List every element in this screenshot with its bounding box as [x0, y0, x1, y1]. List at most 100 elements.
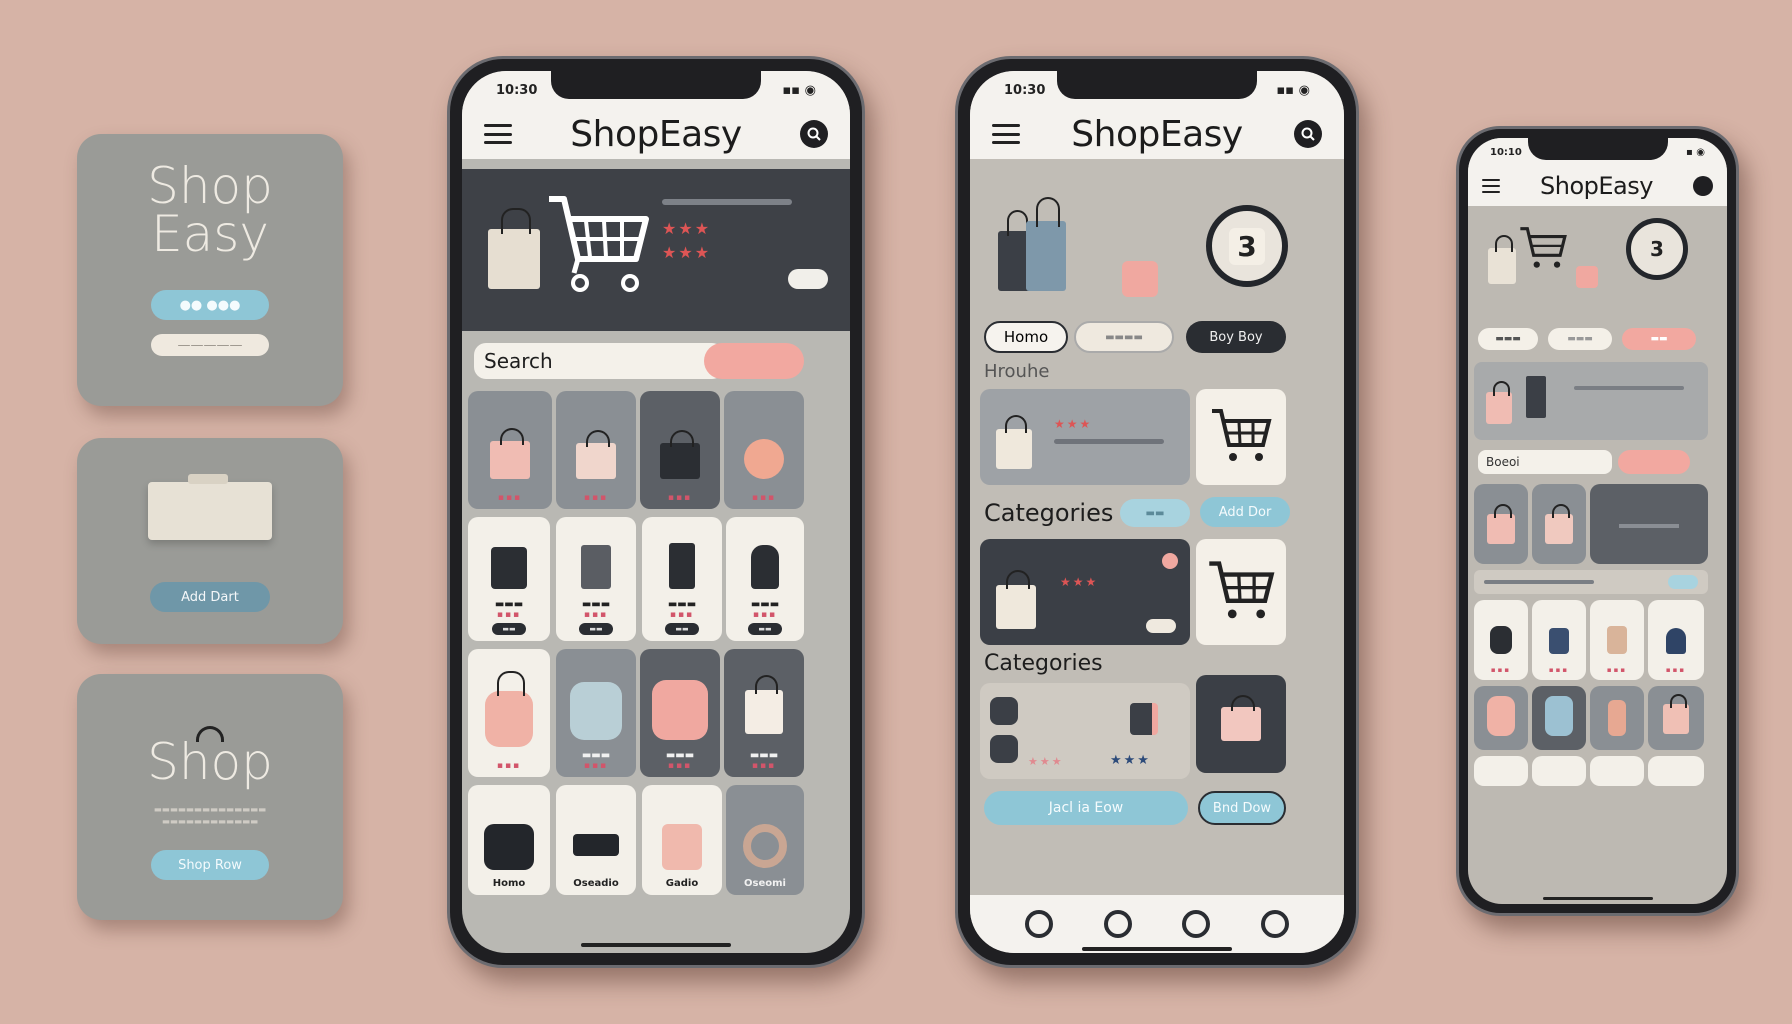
product-tile-9[interactable]: ▪▪▪ [468, 649, 550, 777]
search-icon[interactable] [1293, 120, 1322, 148]
phone-1: 10:30 ▪▪ ◉ ShopEasy ★★★ ★★★ Search ▪▪▪ ▪… [447, 56, 865, 968]
feature-card-2-badge [1162, 553, 1178, 569]
search-button[interactable] [1618, 450, 1690, 474]
badge-number: 3 [1650, 237, 1664, 261]
product-tile-1[interactable] [1474, 484, 1528, 564]
product-tile-3[interactable]: ▪▪▪ [640, 391, 720, 509]
product-tile-7[interactable]: ▪▪▪ [1648, 600, 1704, 680]
menu-icon[interactable] [992, 124, 1020, 144]
chip-home[interactable]: Homo [984, 321, 1068, 353]
splash-card: Shop Easy ●● ●●● ————— [77, 134, 343, 406]
product-tile-2[interactable] [1532, 484, 1586, 564]
shopping-bag-icon [488, 208, 540, 289]
shop-card-description: ▬▬▬▬▬▬▬▬▬▬▬▬▬▬ ▬▬▬▬▬▬▬▬▬▬▬▬ [153, 805, 267, 827]
product-tile-9[interactable] [1532, 686, 1586, 750]
product-tile-10[interactable] [1590, 686, 1644, 750]
product-tile-11[interactable] [1648, 686, 1704, 750]
product-tile-6[interactable]: ▪▪▪ [1590, 600, 1644, 680]
home-indicator[interactable] [581, 943, 731, 947]
feature-card-2[interactable]: ★★★ [980, 539, 1190, 645]
product-tile-10[interactable]: ▬▬▬ ▪▪▪ [556, 649, 636, 777]
product-tile-1[interactable]: ▪▪▪ [468, 391, 552, 509]
home-indicator[interactable] [1542, 897, 1653, 900]
tile-label-4: Oseomi [744, 878, 786, 889]
search-icon[interactable] [799, 120, 828, 148]
product-tile-11[interactable]: ▬▬▬ ▪▪▪ [640, 649, 720, 777]
notification-badge[interactable]: 3 [1206, 205, 1288, 287]
product-tile-6[interactable]: ▬▬▬ ▪▪▪ ▬▬ [556, 517, 636, 641]
search-icon[interactable] [1692, 176, 1713, 196]
product-tile-12[interactable]: ▬▬▬ ▪▪▪ [724, 649, 804, 777]
product-tile-5[interactable]: ▪▪▪ [1532, 600, 1586, 680]
tote-bags-icon [998, 196, 1078, 291]
add-cart-button[interactable]: Add Dart [150, 582, 270, 612]
product-tile-16[interactable]: Oseomi [726, 785, 804, 895]
splash-primary-button[interactable]: ●● ●●● [151, 290, 269, 320]
tile-label-home: Homo [492, 878, 526, 889]
bottom-left-button[interactable]: Jacl ia Eow [984, 791, 1188, 825]
search-field[interactable]: Boeoi [1478, 450, 1612, 474]
status-time: 10:30 [1004, 82, 1046, 98]
product-tile-12[interactable] [1474, 756, 1528, 786]
package-icon [148, 474, 272, 540]
product-tile-13[interactable]: Homo [468, 785, 550, 895]
chip-1[interactable]: ▬▬▬ [1478, 328, 1538, 350]
splash-secondary-button[interactable]: ————— [151, 334, 269, 356]
notification-badge[interactable]: 3 [1626, 218, 1688, 280]
hero-banner: ★★★ ★★★ [462, 169, 850, 331]
product-tile-15[interactable]: Gadio [642, 785, 722, 895]
tab-profile-icon[interactable] [1260, 910, 1289, 938]
product-tile-5[interactable]: ▬▬▬ ▪▪▪ ▬▬ [468, 517, 550, 641]
product-tile-4[interactable]: ▪▪▪ [1474, 600, 1528, 680]
chip-filter[interactable]: ▬▬ [1120, 499, 1190, 527]
search-button[interactable] [704, 343, 804, 379]
phone-2: 10:30 ▪▪ ◉ ShopEasy 3 Homo ▬▬▬▬ Boy Boy … [955, 56, 1359, 968]
tab-shop-icon[interactable] [1103, 910, 1132, 938]
battery-icon: ▪▪ ◉ [782, 82, 817, 98]
product-tile-14[interactable]: Oseadio [556, 785, 636, 895]
product-tile-8[interactable] [1474, 686, 1528, 750]
product-tile-7[interactable]: ▬▬▬ ▪▪▪ ▬▬ [642, 517, 722, 641]
menu-icon[interactable] [1482, 179, 1500, 193]
hero-action-button[interactable] [788, 269, 828, 289]
product-tile-4[interactable]: ▪▪▪ [724, 391, 804, 509]
category-bag-tile[interactable] [1196, 675, 1286, 773]
section-hero-title: Hrouhe [984, 361, 1050, 382]
cart-tile-2[interactable] [1196, 539, 1286, 645]
add-cart-card: Add Dart [77, 438, 343, 644]
section-categories-title: Categories [984, 499, 1114, 527]
feature-card-1[interactable]: ★★★ [980, 389, 1190, 485]
rating-stars-2: ★★★ [662, 243, 712, 262]
home-indicator[interactable] [1082, 947, 1232, 951]
shop-now-button[interactable]: Shop Row [151, 850, 269, 880]
chip-add[interactable]: Add Dor [1200, 497, 1290, 527]
chip-buy[interactable]: Boy Boy [1186, 321, 1286, 353]
tab-home-icon[interactable] [1025, 910, 1054, 938]
phone-2-app-bar: ShopEasy [970, 109, 1344, 159]
chip-2[interactable]: ▬▬▬ [1548, 328, 1612, 350]
shopping-cart-icon [1520, 227, 1567, 268]
search-field[interactable]: Search [474, 343, 724, 379]
product-tile-14[interactable] [1590, 756, 1644, 786]
phone-3-app-bar: ShopEasy [1468, 166, 1727, 206]
product-tile-3[interactable] [1590, 484, 1708, 564]
category-list-card[interactable]: ★★★ ★★★ [980, 683, 1190, 779]
brand-title: ShopEasy [1540, 172, 1653, 200]
phone-3-notch [1527, 138, 1668, 160]
product-tile-8[interactable]: ▬▬▬ ▪▪▪ ▬▬ [726, 517, 804, 641]
chip-3[interactable]: ▬▬ [1622, 328, 1696, 350]
product-tile-13[interactable] [1532, 756, 1586, 786]
chip-middle[interactable]: ▬▬▬▬ [1074, 321, 1174, 353]
bottom-right-button[interactable]: Bnd Dow [1198, 791, 1286, 825]
shop-card-title: Shop [147, 733, 273, 791]
bottom-tab-bar [970, 895, 1344, 953]
product-tile-15[interactable] [1648, 756, 1704, 786]
cart-tile-1[interactable] [1196, 389, 1286, 485]
phone-1-notch [551, 71, 761, 99]
menu-icon[interactable] [484, 124, 512, 144]
product-tile-2[interactable]: ▪▪▪ [556, 391, 636, 509]
phone-3-screen: 10:10 ▪ ◉ ShopEasy 3 ▬▬▬ ▬▬▬ ▬▬ Boeoi ▪▪… [1468, 138, 1727, 904]
tab-cart-icon[interactable] [1182, 910, 1211, 938]
feature-card[interactable] [1474, 362, 1708, 440]
phone-3: 10:10 ▪ ◉ ShopEasy 3 ▬▬▬ ▬▬▬ ▬▬ Boeoi ▪▪… [1456, 126, 1739, 916]
